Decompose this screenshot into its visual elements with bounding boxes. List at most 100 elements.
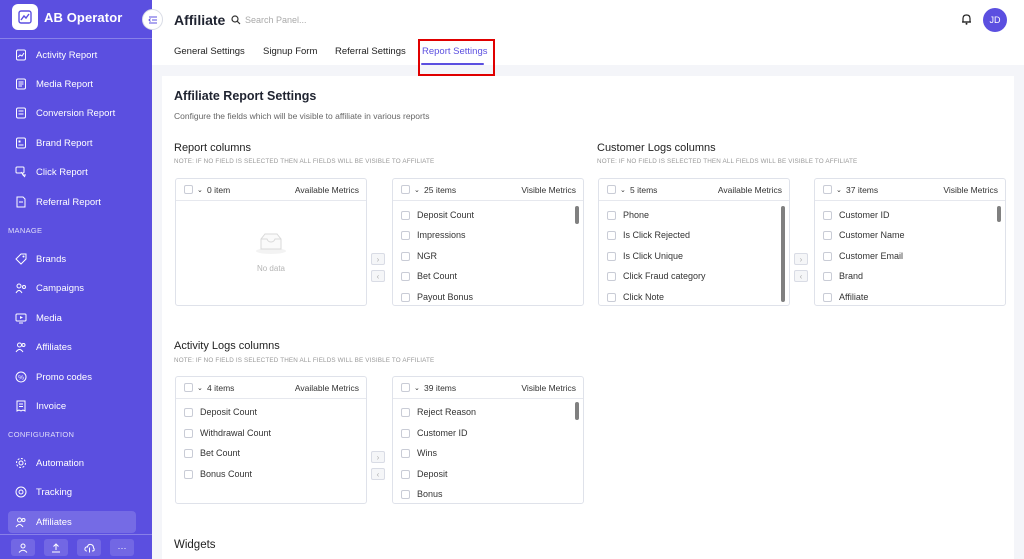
list-item[interactable]: Bonus <box>401 487 443 501</box>
item-checkbox[interactable] <box>184 428 193 438</box>
list-item[interactable]: Click Note <box>607 290 664 304</box>
sidebar-item-promo-codes[interactable]: % Promo codes <box>8 366 136 388</box>
tab-signup-form[interactable]: Signup Form <box>263 46 317 57</box>
move-right-button[interactable]: › <box>371 451 385 463</box>
sidebar-item-referral-report[interactable]: Referral Report <box>8 191 136 213</box>
user-button[interactable] <box>11 539 35 556</box>
list-item[interactable]: Reject Reason <box>401 405 476 419</box>
item-checkbox[interactable] <box>607 271 616 281</box>
chevron-down-icon[interactable]: ⌄ <box>836 186 842 194</box>
move-right-button[interactable]: › <box>794 253 808 265</box>
item-checkbox[interactable] <box>184 407 193 417</box>
item-checkbox[interactable] <box>401 292 410 302</box>
scrollbar[interactable] <box>575 402 579 420</box>
item-checkbox[interactable] <box>401 428 410 438</box>
sidebar-item-media-report[interactable]: Media Report <box>8 73 136 95</box>
sidebar-item-campaigns[interactable]: Campaigns <box>8 277 136 299</box>
select-all-checkbox[interactable] <box>401 383 410 392</box>
sidebar-item-tracking[interactable]: Tracking <box>8 481 136 503</box>
item-checkbox[interactable] <box>607 230 616 240</box>
list-item[interactable]: Wins <box>401 446 437 460</box>
sidebar-item-invoice[interactable]: Invoice <box>8 395 136 417</box>
sidebar-item-media[interactable]: Media <box>8 307 136 329</box>
list-item[interactable]: Bonus Count <box>184 467 252 481</box>
list-item[interactable]: NGR <box>401 249 437 263</box>
select-all-checkbox[interactable] <box>401 185 410 194</box>
app-brand[interactable]: AB Operator <box>12 4 122 30</box>
list-item[interactable]: Customer ID <box>823 208 890 222</box>
item-checkbox[interactable] <box>401 489 410 499</box>
list-item[interactable]: Customer ID <box>401 426 468 440</box>
avatar[interactable]: JD <box>983 8 1007 32</box>
move-left-button[interactable]: ‹ <box>371 468 385 480</box>
scrollbar[interactable] <box>575 206 579 224</box>
chevron-down-icon[interactable]: ⌄ <box>620 186 626 194</box>
sidebar-item-affiliates-config[interactable]: Affiliates <box>8 511 136 533</box>
sidebar-item-automation[interactable]: Automation <box>8 452 136 474</box>
upload-button[interactable] <box>44 539 68 556</box>
item-checkbox[interactable] <box>401 230 410 240</box>
list-item[interactable]: Deposit Count <box>401 208 474 222</box>
sidebar-collapse-button[interactable] <box>142 9 163 30</box>
list-item[interactable]: Bet Count <box>184 446 240 460</box>
list-item[interactable]: Affiliate <box>823 290 868 304</box>
select-all-checkbox[interactable] <box>184 383 193 392</box>
cloud-upload-button[interactable] <box>77 539 101 556</box>
item-checkbox[interactable] <box>823 230 832 240</box>
item-checkbox[interactable] <box>401 210 410 220</box>
scrollbar[interactable] <box>781 206 785 302</box>
sidebar-item-brands[interactable]: Brands <box>8 248 136 270</box>
list-item[interactable]: Impressions <box>401 228 466 242</box>
move-left-button[interactable]: ‹ <box>371 270 385 282</box>
item-checkbox[interactable] <box>823 292 832 302</box>
list-item[interactable]: Is Click Rejected <box>607 228 690 242</box>
list-item[interactable]: Customer Email <box>823 249 903 263</box>
sidebar-item-conversion-report[interactable]: Conversion Report <box>8 102 136 124</box>
more-button[interactable]: ··· <box>110 539 134 556</box>
select-all-checkbox[interactable] <box>184 185 193 194</box>
list-item[interactable]: Deposit Count <box>184 405 257 419</box>
sidebar-item-brand-report[interactable]: Brand Report <box>8 132 136 154</box>
item-label: Affiliate <box>839 292 869 302</box>
item-checkbox[interactable] <box>401 469 410 479</box>
list-item[interactable]: Payout Bonus <box>401 290 473 304</box>
item-checkbox[interactable] <box>607 210 616 220</box>
chevron-down-icon[interactable]: ⌄ <box>197 186 203 194</box>
item-checkbox[interactable] <box>184 469 193 479</box>
chevron-down-icon[interactable]: ⌄ <box>197 384 203 392</box>
list-item[interactable]: Withdrawal Count <box>184 426 271 440</box>
search-input[interactable] <box>245 15 365 25</box>
item-checkbox[interactable] <box>401 271 410 281</box>
list-item[interactable]: Click Fraud category <box>607 269 706 283</box>
list-item[interactable]: Brand <box>823 269 863 283</box>
select-all-checkbox[interactable] <box>823 185 832 194</box>
list-item[interactable]: Phone <box>607 208 649 222</box>
select-all-checkbox[interactable] <box>607 185 616 194</box>
chevron-down-icon[interactable]: ⌄ <box>414 384 420 392</box>
sidebar-item-activity-report[interactable]: Activity Report <box>8 44 136 66</box>
item-checkbox[interactable] <box>401 407 410 417</box>
tab-general-settings[interactable]: General Settings <box>174 46 245 57</box>
search-box[interactable] <box>231 12 381 28</box>
list-item[interactable]: Bet Count <box>401 269 457 283</box>
tab-referral-settings[interactable]: Referral Settings <box>335 46 406 57</box>
move-right-button[interactable]: › <box>371 253 385 265</box>
item-checkbox[interactable] <box>184 448 193 458</box>
list-item[interactable]: Customer Name <box>823 228 905 242</box>
sidebar-item-click-report[interactable]: Click Report <box>8 161 136 183</box>
move-left-button[interactable]: ‹ <box>794 270 808 282</box>
item-checkbox[interactable] <box>823 210 832 220</box>
sidebar-item-affiliates[interactable]: Affiliates <box>8 336 136 358</box>
item-checkbox[interactable] <box>823 271 832 281</box>
list-item[interactable]: Deposit <box>401 467 448 481</box>
item-checkbox[interactable] <box>401 251 410 261</box>
notifications-button[interactable] <box>961 12 972 30</box>
chevron-down-icon[interactable]: ⌄ <box>414 186 420 194</box>
item-checkbox[interactable] <box>823 251 832 261</box>
item-checkbox[interactable] <box>401 448 410 458</box>
list-item[interactable]: Is Click Unique <box>607 249 683 263</box>
item-label: Bet Count <box>200 448 241 458</box>
item-checkbox[interactable] <box>607 292 616 302</box>
item-checkbox[interactable] <box>607 251 616 261</box>
scrollbar[interactable] <box>997 206 1001 222</box>
